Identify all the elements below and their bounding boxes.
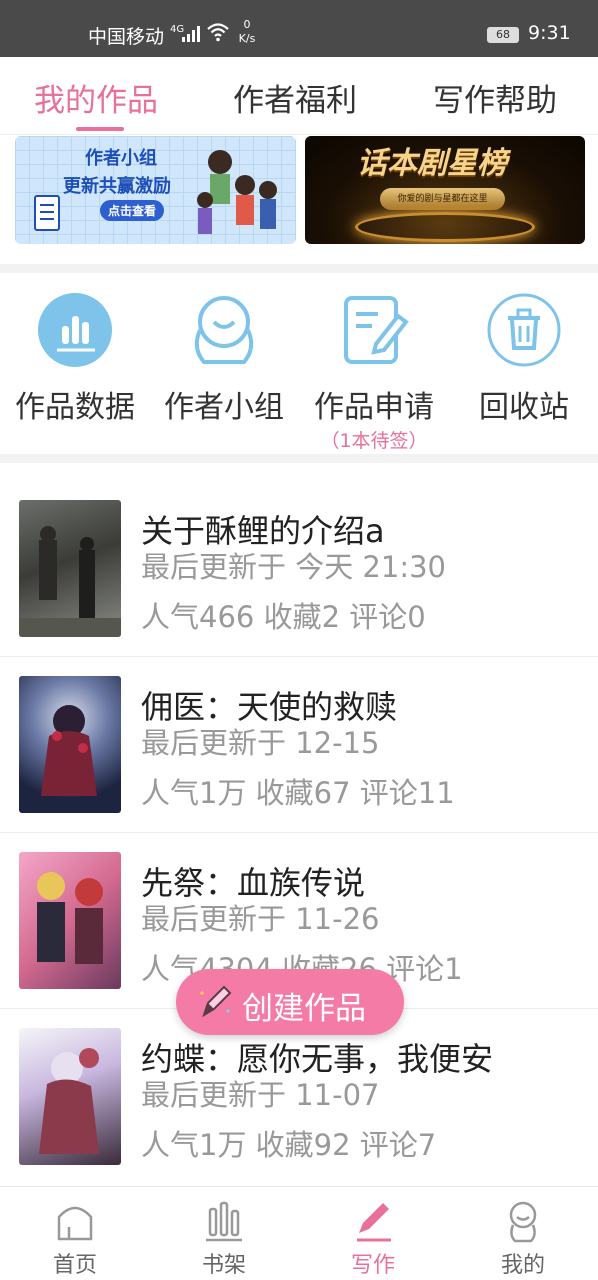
work-item[interactable]: 约蝶：愿你无事，我便安 最后更新于 11-07 人气1万 收藏92 评论7 (0, 1028, 598, 1185)
work-item[interactable]: 关于酥鲤的介绍a 最后更新于 今天 21:30 人气466 收藏2 评论0 (0, 500, 598, 657)
nav-bookshelf[interactable]: 书架 (174, 1195, 274, 1279)
pencil-icon (200, 985, 232, 1018)
pen-icon (357, 1203, 391, 1242)
work-updated: 最后更新于 12-15 (141, 726, 380, 760)
section-divider (0, 264, 598, 273)
shortcut-label: 作品数据 (15, 390, 135, 425)
banner-line1: 作者小组 (85, 148, 157, 169)
carrier-name: 中国移动 (88, 26, 165, 48)
bottom-nav: 首页 书架 写作 我的 (0, 1186, 598, 1280)
work-cover (19, 852, 121, 989)
shortcut-label: 作者小组 (164, 390, 284, 425)
work-updated: 最后更新于 11-07 (141, 1078, 380, 1112)
tab-writing-help[interactable]: 写作帮助 (433, 75, 557, 120)
nav-label: 首页 (52, 1253, 97, 1278)
banner-author-group[interactable]: 作者小组 更新共赢激励 点击查看 (15, 136, 296, 244)
shortcut-label: 作品申请 (314, 390, 434, 425)
cartoon-characters-illustration (197, 150, 277, 234)
speed-unit: K/s (238, 32, 256, 45)
shortcut-work-application[interactable]: 作品申请 （1本待签） (299, 290, 449, 452)
shortcut-recycle-bin[interactable]: 回收站 (449, 290, 598, 450)
banner-drama-ranking[interactable]: 话本剧星榜 你爱的剧与星都在这里 (305, 136, 585, 244)
work-updated: 最后更新于 今天 21:30 (141, 550, 447, 584)
shortcut-label: 回收站 (479, 390, 569, 425)
create-work-button[interactable]: 创建作品 (176, 969, 404, 1035)
cover-figures (37, 872, 103, 964)
cover-figures (19, 526, 121, 637)
bookshelf-icon (206, 1201, 242, 1242)
cover-figures (39, 1048, 99, 1154)
stage-decoration (355, 212, 535, 242)
work-stats: 人气1万 收藏67 评论11 (141, 776, 455, 810)
work-updated: 最后更新于 11-26 (141, 902, 380, 936)
nav-label: 我的 (500, 1253, 545, 1278)
battery-icon: 68 (487, 27, 519, 43)
nav-label: 书架 (201, 1253, 246, 1278)
create-work-label: 创建作品 (242, 991, 366, 1027)
section-divider (0, 454, 598, 463)
signal-icon (182, 26, 200, 42)
home-icon (57, 1206, 93, 1241)
shortcut-author-group[interactable]: 作者小组 (149, 290, 299, 450)
banner-ranking-title: 话本剧星榜 (357, 146, 507, 181)
speed-value: 0 (243, 18, 251, 31)
work-item[interactable]: 佣医：天使的救赎 最后更新于 12-15 人气1万 收藏67 评论11 (0, 676, 598, 833)
clock: 9:31 (528, 22, 571, 44)
work-stats: 人气466 收藏2 评论0 (141, 600, 426, 634)
work-cover (19, 676, 121, 813)
nav-home[interactable]: 首页 (25, 1195, 125, 1279)
network-speed: 0 K/s (236, 18, 258, 46)
work-stats: 人气1万 收藏92 评论7 (141, 1128, 437, 1162)
work-cover (19, 1028, 121, 1165)
trash-icon (487, 293, 561, 367)
pending-sign-count: （1本待签） (320, 430, 428, 452)
nav-writing[interactable]: 写作 (323, 1195, 423, 1279)
nav-label: 写作 (350, 1253, 395, 1278)
wifi-icon (207, 23, 229, 42)
shortcut-work-data[interactable]: 作品数据 (0, 290, 150, 450)
status-bar: 中国移动 4G 0 K/s 68 9:31 (0, 0, 598, 57)
top-tab-bar: 我的作品 作者福利 写作帮助 (0, 57, 598, 135)
tab-my-works[interactable]: 我的作品 (34, 75, 158, 120)
document-icon (34, 195, 60, 231)
tab-author-benefits[interactable]: 作者福利 (233, 75, 357, 120)
nav-profile[interactable]: 我的 (473, 1195, 573, 1279)
group-avatar-icon (194, 296, 254, 364)
tab-indicator (76, 127, 124, 131)
work-cover (19, 500, 121, 637)
profile-icon (509, 1201, 537, 1243)
bar-chart-icon (38, 293, 112, 367)
banner-line2: 更新共赢激励 (63, 176, 171, 197)
edit-document-icon (344, 296, 409, 364)
banner-view-button[interactable]: 点击查看 (100, 200, 165, 221)
cover-figures (41, 705, 97, 796)
banner-ranking-subtitle: 你爱的剧与星都在这里 (380, 188, 505, 210)
